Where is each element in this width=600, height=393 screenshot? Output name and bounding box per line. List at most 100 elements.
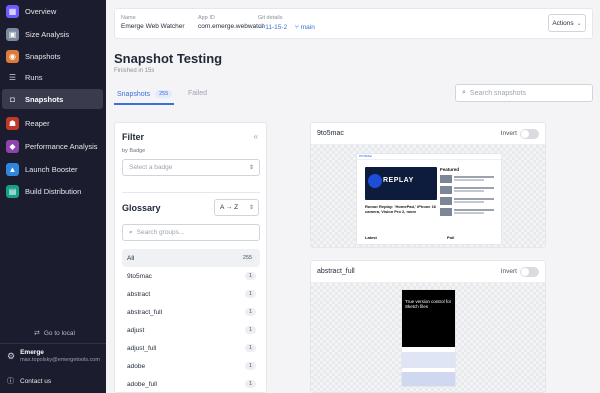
group-count: 1 (244, 290, 256, 298)
snapshot-preview[interactable]: True version control for Sketch files (311, 283, 545, 392)
info-name-value: Emerge Web Watcher (121, 23, 185, 30)
sort-label: A → Z (220, 204, 239, 211)
preview-headline: True version control for Sketch files (405, 299, 452, 310)
sort-select[interactable]: A → Z ⇕ (214, 199, 259, 216)
branch-icon: ⑂ (295, 24, 299, 31)
search-snapshots-placeholder: Search snapshots (469, 89, 526, 97)
invert-label: Invert (500, 130, 517, 137)
group-name: adobe (127, 362, 146, 370)
actions-button[interactable]: Actions ⌄ (548, 14, 586, 32)
info-name-label: Name (121, 15, 136, 21)
chevron-down-icon: ⌄ (576, 20, 582, 27)
group-row[interactable]: adjust_full 1 (122, 339, 260, 357)
group-name: adobe_full (127, 380, 157, 388)
preview-brand: 9TO5Mac (357, 154, 501, 160)
sidebar-item-label: Size Analysis (25, 29, 70, 39)
info-app-id: App ID com.emerge.webwatch (198, 15, 265, 30)
snapshot-preview[interactable]: 9TO5Mac REPLAY Featured Rumor Replay: 'H… (311, 145, 545, 247)
sidebar-item-label: Build Distribution (25, 186, 82, 196)
preview-hero-text: REPLAY (383, 177, 414, 184)
search-groups-placeholder: Search groups... (136, 229, 185, 236)
sidebar-item-label: Reaper (25, 118, 50, 128)
git-commit-link[interactable]: ⊸ 11-15-2 (258, 24, 287, 31)
tab-snapshots-label: Snapshots (117, 90, 151, 98)
group-name: All (127, 254, 135, 262)
snapshot-card[interactable]: abstract_full Invert True version contro… (310, 260, 546, 393)
sidebar-item-label: Runs (25, 72, 43, 82)
search-groups-input[interactable]: ⌕ Search groups... (122, 224, 260, 241)
group-count: 1 (244, 326, 256, 334)
search-icon: ⌕ (129, 228, 133, 236)
build-distribution-icon: ▤ (6, 184, 19, 198)
group-row[interactable]: adobe_full 1 (122, 375, 260, 392)
sidebar-item-overview[interactable]: ▦ Overview (2, 1, 103, 21)
contact-us-label: Contact us (20, 377, 52, 385)
camera-icon: ◘ (10, 94, 15, 104)
sidebar-item-label: Launch Booster (25, 164, 78, 174)
sidebar-item-runs[interactable]: ☰ Runs (2, 67, 103, 87)
gear-icon: ⚙ (7, 351, 16, 361)
sidebar-item-snapshots[interactable]: ◘ Snapshots (2, 89, 103, 109)
sidebar-item-snapshots-app[interactable]: ◉ Snapshots (2, 46, 103, 66)
preview-poll: Poll (447, 235, 455, 240)
git-branch-link[interactable]: ⑂ main (295, 24, 315, 31)
group-row[interactable]: adobe 1 (122, 357, 260, 375)
reaper-icon: ☗ (6, 116, 19, 130)
page-subtitle: Finished in 15s (114, 68, 155, 74)
group-count: 255 (238, 254, 256, 262)
user-profile[interactable]: ⚙ Emerge max.topolsky@emergetools.com (7, 349, 100, 363)
performance-icon: ◆ (6, 139, 19, 153)
group-row-all[interactable]: All 255 (122, 249, 260, 267)
filter-title: Filter (122, 132, 145, 142)
sidebar-item-performance-analysis[interactable]: ◆ Performance Analysis (2, 136, 103, 156)
git-commit-label: 11-15-2 (265, 24, 288, 31)
group-count: 1 (244, 380, 256, 388)
search-snapshots-input[interactable]: ⌕ Search snapshots (455, 84, 593, 102)
group-row[interactable]: 9to5mac 1 (122, 267, 260, 285)
sidebar-item-launch-booster[interactable]: ▲ Launch Booster (2, 159, 103, 179)
group-name: adjust_full (127, 344, 157, 352)
chevron-updown-icon: ⇕ (248, 205, 254, 211)
info-appid-label: App ID (198, 15, 215, 21)
collapse-icon[interactable]: « (254, 132, 258, 141)
sidebar-item-label: Overview (25, 6, 57, 16)
sidebar-item-reaper[interactable]: ☗ Reaper (2, 113, 103, 133)
info-git: Git details ⊸ 11-15-2 ⑂ main (258, 15, 321, 31)
user-name: Emerge (20, 349, 44, 356)
snapshot-name: 9to5mac (317, 130, 344, 137)
search-icon: ⌕ (462, 89, 466, 96)
info-appid-value: com.emerge.webwatch (198, 23, 265, 30)
info-name: Name Emerge Web Watcher (121, 15, 185, 30)
launch-booster-icon: ▲ (6, 162, 19, 176)
invert-toggle[interactable] (520, 266, 539, 277)
snapshot-card[interactable]: 9to5mac Invert 9TO5Mac REPLAY Featured R… (310, 122, 546, 248)
sidebar-item-size-analysis[interactable]: ▣ Size Analysis (2, 24, 103, 44)
group-name: adjust (127, 326, 145, 334)
group-name: abstract_full (127, 308, 163, 316)
sidebar: ▦ Overview ▣ Size Analysis ◉ Snapshots ☰… (0, 0, 106, 393)
tab-snapshots[interactable]: Snapshots 255 (117, 90, 173, 98)
group-row[interactable]: adjust 1 (122, 321, 260, 339)
tab-active-indicator (114, 103, 174, 105)
list-icon: ☰ (8, 72, 17, 82)
sidebar-divider (0, 343, 106, 344)
app-info-bar: Name Emerge Web Watcher App ID com.emerg… (114, 8, 593, 39)
sidebar-item-label: Snapshots (25, 51, 61, 61)
group-row[interactable]: abstract_full 1 (122, 303, 260, 321)
group-name: 9to5mac (127, 272, 152, 280)
contact-us-link[interactable]: ⓘ Contact us (7, 376, 51, 386)
git-branch-label: main (300, 24, 315, 31)
go-to-local-label: Go to local (43, 329, 75, 337)
chevron-updown-icon: ⇕ (248, 165, 254, 171)
sidebar-item-build-distribution[interactable]: ▤ Build Distribution (2, 181, 103, 201)
group-row[interactable]: abstract 1 (122, 285, 260, 303)
snapshot-name: abstract_full (317, 268, 355, 275)
go-to-local-link[interactable]: ⇄ Go to local (34, 329, 75, 338)
webpage-preview-9to5mac: 9TO5Mac REPLAY Featured Rumor Replay: 'H… (356, 153, 502, 245)
info-git-label: Git details (258, 15, 283, 21)
tab-failed[interactable]: Failed (188, 90, 207, 97)
filter-divider (122, 192, 260, 193)
invert-toggle[interactable] (520, 128, 539, 139)
size-analysis-icon: ▣ (6, 27, 19, 41)
badge-select[interactable]: Select a badge ⇕ (122, 159, 260, 176)
